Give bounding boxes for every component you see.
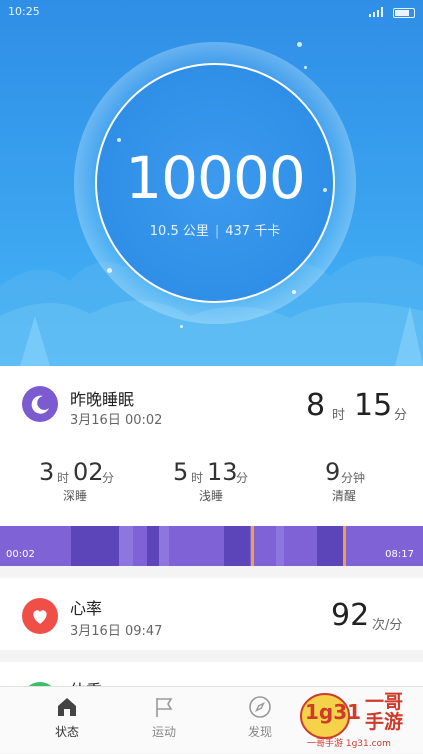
awake-label: 清醒 [331,489,356,503]
sleep-timeline[interactable]: 00:02 08:17 [0,526,423,566]
sparkle [117,138,121,142]
heart-rate-title: 心率 [70,599,103,618]
heart-rate-value: 92 [331,598,370,633]
tab-discover[interactable]: 发现 [220,695,300,740]
light-sleep-segment [276,526,284,566]
deep-sleep-segment [224,526,250,566]
signal-icon [369,7,383,17]
distance-value: 10.5 公里 [149,224,209,239]
sleep-title: 昨晚睡眠 [70,390,135,409]
sparkle [107,268,112,273]
timeline-end: 08:17 [385,549,414,560]
calories-value: 437 千卡 [225,224,281,239]
light-sleep-segment [159,526,169,566]
svg-text:z: z [37,400,40,407]
heart-rate-unit: 次/分 [372,618,403,633]
heart-rate-date: 3月16日 09:47 [70,624,163,639]
light-sleep-segment [119,526,133,566]
moon-icon: z [22,386,58,422]
tab-status[interactable]: 状态 [27,695,107,740]
light-sleep-minutes: 13 [207,458,238,486]
light-sleep-hours: 5 [173,458,189,486]
sleep-minute-unit: 分 [394,408,408,423]
sparkle [323,188,327,192]
status-bar: 10:25 [0,0,423,24]
deep-sleep-segment [71,526,119,566]
deep-sleep-segment [147,526,159,566]
steps-count: 10000 [125,144,306,212]
sleep-date: 3月16日 00:02 [70,413,163,428]
light-sleep-label: 浅睡 [198,489,223,503]
watermark-logo: 1g31 一哥手游 一哥手游 1g31.com [299,688,419,750]
flag-icon [156,698,173,717]
deep-sleep-label: 深睡 [62,489,87,503]
sparkle [304,66,307,69]
watermark-brand: 1g31 [305,700,362,724]
deep-sleep-segment [317,526,343,566]
sleep-minutes: 15 [354,388,393,423]
compass-icon [249,696,271,718]
steps-hero[interactable]: 10:25 10000 10.5 公里 | 437 千卡 [0,0,423,366]
sparkle [297,42,302,47]
sparkle [292,290,296,294]
sleep-hour-unit: 时 [332,408,346,423]
deep-sleep-minutes: 02 [73,458,104,486]
awake-minutes: 9 [325,458,341,486]
deep-sleep-minute-unit: 分 [102,471,115,485]
tab-exercise-label: 运动 [151,725,176,739]
sparkle [180,325,183,328]
summary-separator: | [214,224,220,239]
awake-minute-unit: 分钟 [341,471,366,485]
heart-icon [22,598,58,634]
battery-icon [393,8,415,18]
status-time: 10:25 [8,5,40,18]
sleep-card[interactable]: z 昨晚睡眠 3月16日 00:02 8 时 15 分 3 时 02 分 深睡 … [0,366,423,566]
steps-summary: 10.5 公里 | 437 千卡 [95,220,335,239]
home-icon [58,698,76,716]
tab-status-label: 状态 [54,725,79,739]
heart-rate-card[interactable]: 心率 3月16日 09:47 92 次/分 [0,578,423,650]
watermark-title: 一哥手游 [365,691,404,733]
awake-segment [343,526,346,566]
timeline-start: 00:02 [6,549,35,560]
light-sleep-hour-unit: 时 [191,471,204,485]
sleep-hours: 8 [306,388,326,423]
deep-sleep-hour-unit: 时 [57,471,70,485]
deep-sleep-hours: 3 [39,458,55,486]
light-sleep-minute-unit: 分 [236,471,249,485]
awake-segment [251,526,254,566]
tab-discover-label: 发现 [247,725,272,739]
tab-exercise[interactable]: 运动 [124,695,204,740]
watermark-site: 一哥手游 1g31.com [307,739,391,749]
